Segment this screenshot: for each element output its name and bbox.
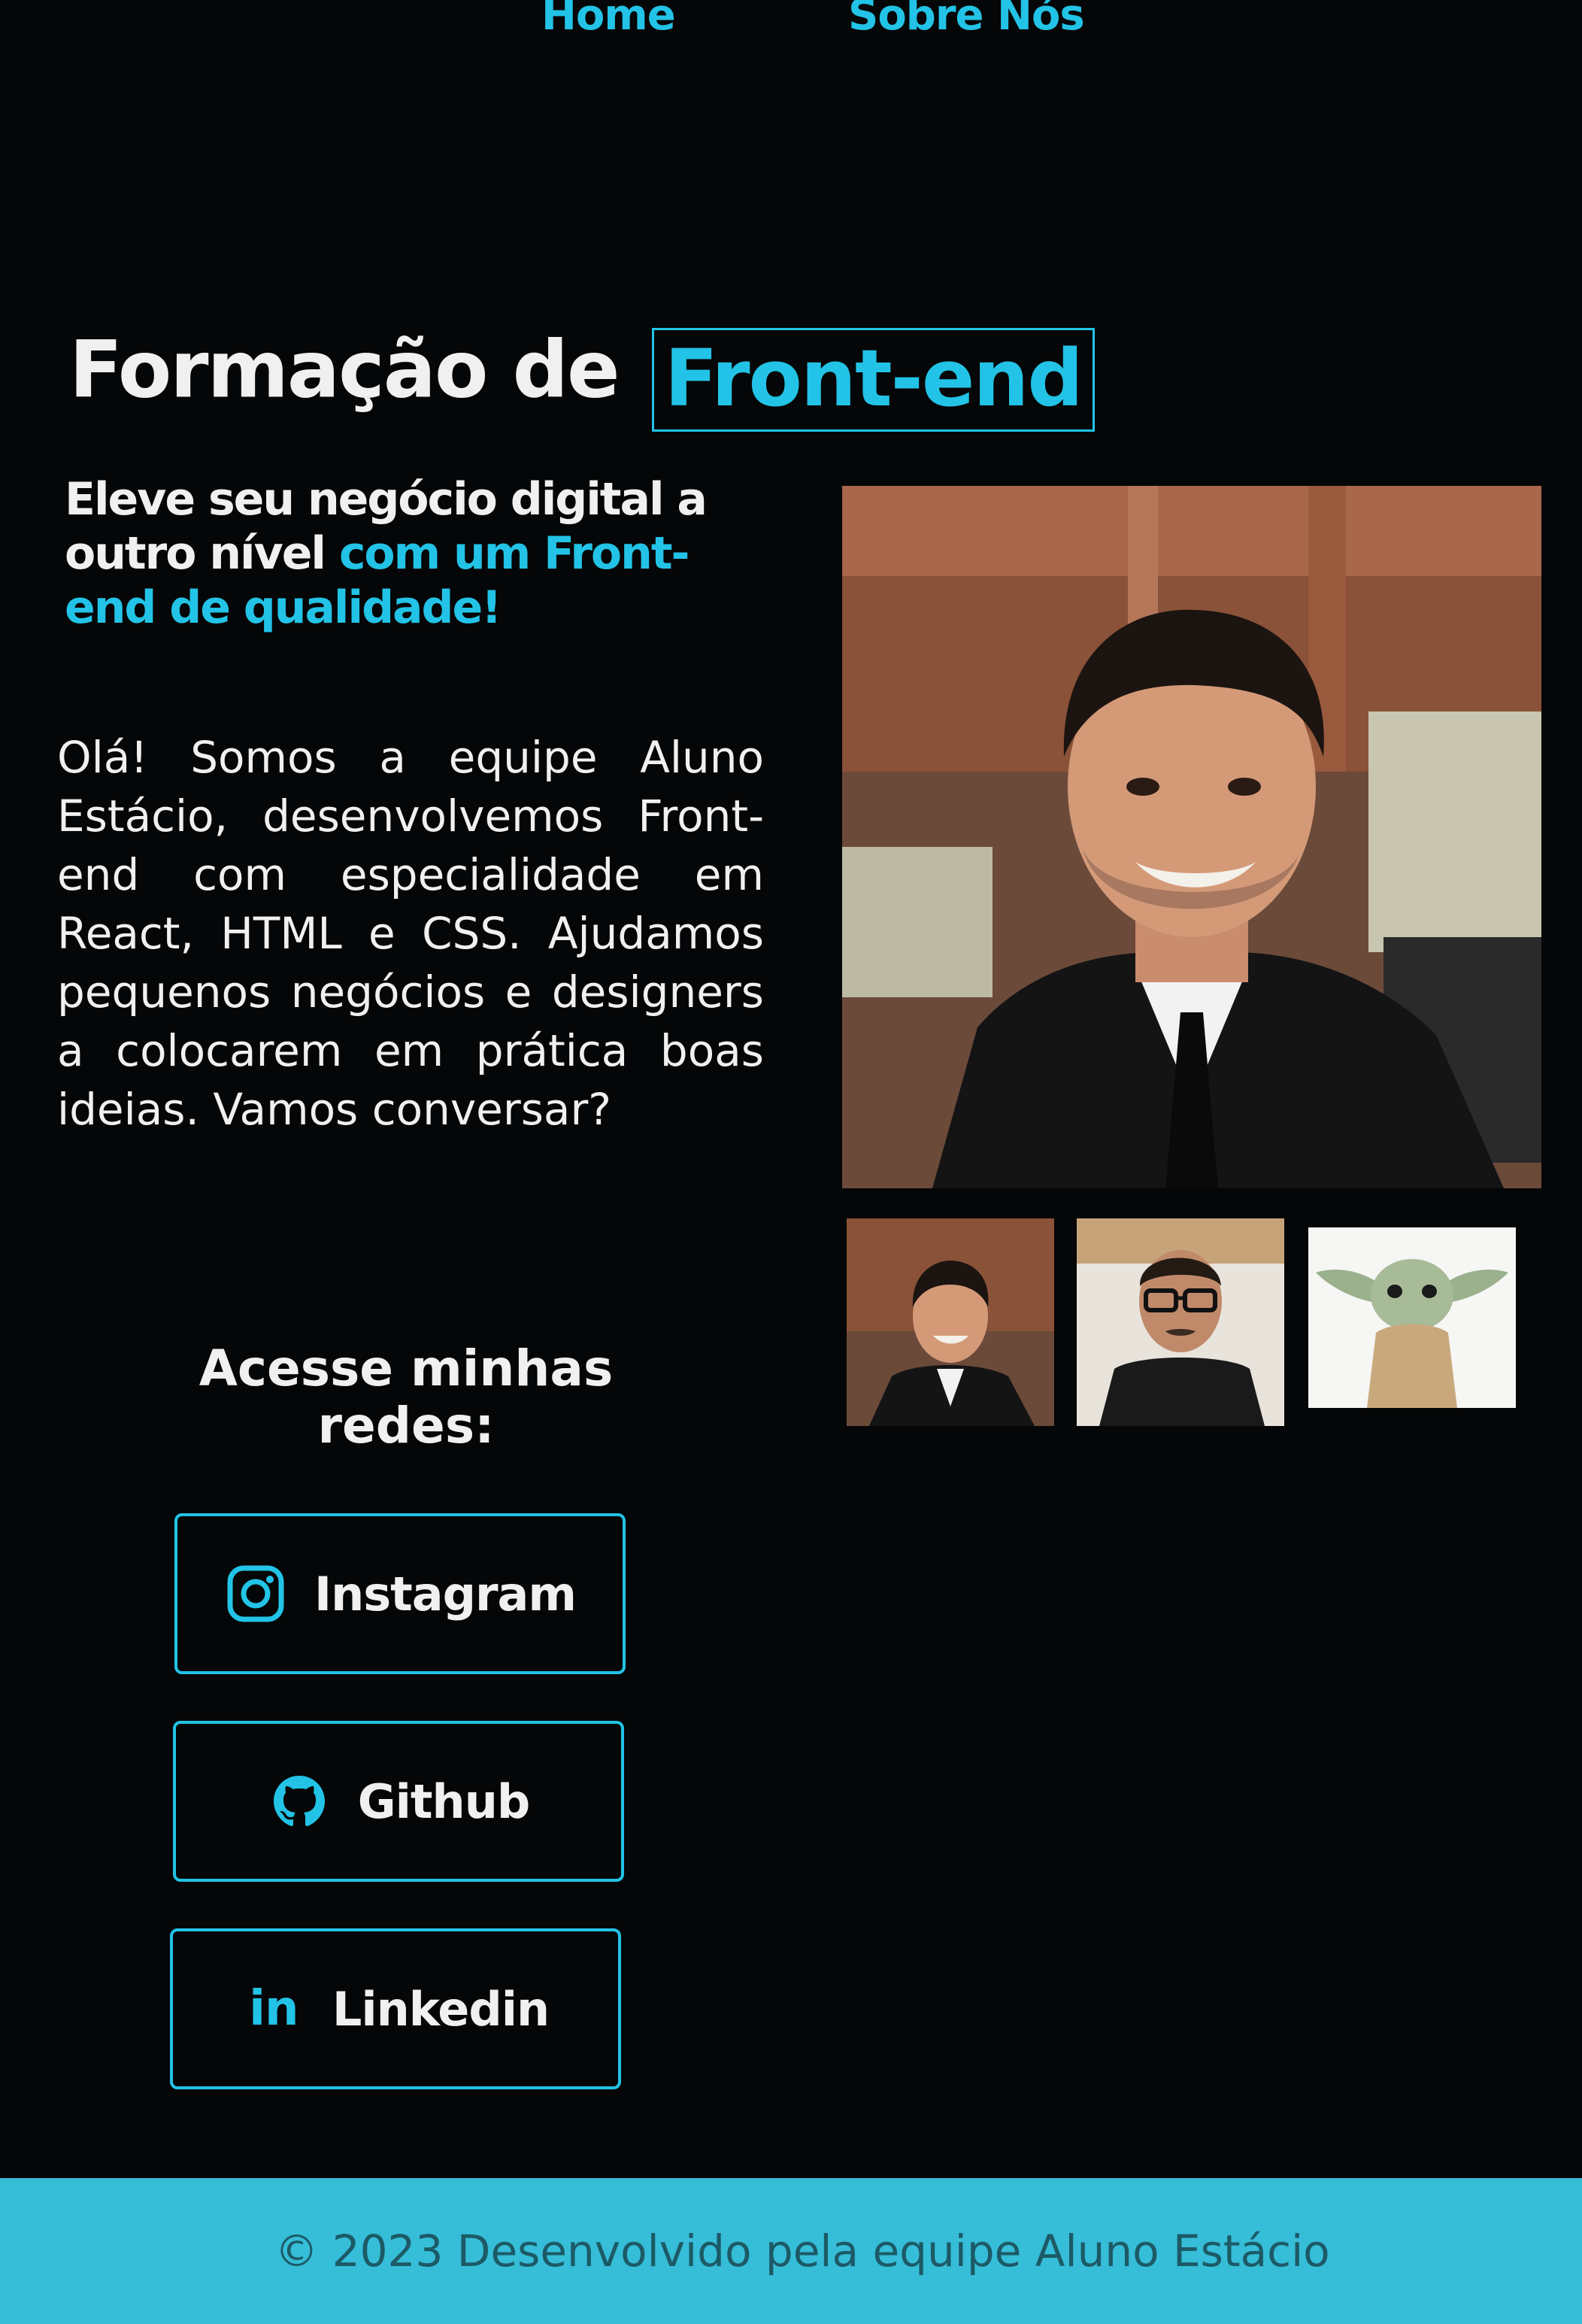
linkedin-icon: in (249, 1981, 299, 2037)
intro-paragraph: Olá! Somos a equipe Aluno Estácio, desen… (57, 732, 764, 1135)
portrait-thumb[interactable] (847, 1218, 1054, 1426)
nav-sobre-link[interactable]: Sobre Nós (848, 0, 1085, 40)
instagram-button[interactable]: Instagram (174, 1513, 626, 1674)
nav-home-link[interactable]: Home (541, 0, 676, 40)
github-icon (268, 1770, 331, 1833)
social-heading: Acesse minhas redes: (199, 1339, 614, 1455)
github-label: Github (357, 1773, 530, 1829)
instagram-icon (224, 1562, 287, 1625)
baby-yoda-thumb[interactable] (1308, 1227, 1516, 1408)
linkedin-button[interactable]: in Linkedin (170, 1928, 621, 2089)
top-nav: Home Sobre Nós (0, 0, 1582, 60)
portrait-photo (842, 486, 1541, 1188)
page-footer: © 2023 Desenvolvido pela equipe Aluno Es… (0, 2178, 1582, 2324)
page: Home Sobre Nós Formação de Front-end Ele… (0, 0, 1582, 2324)
footer-text: © 2023 Desenvolvido pela equipe Aluno Es… (274, 2225, 1330, 2277)
title-highlight: Front-end (651, 327, 1095, 432)
github-button[interactable]: Github (173, 1721, 624, 1882)
title-prefix: Formação de (69, 323, 620, 416)
instagram-label: Instagram (314, 1566, 577, 1622)
glasses-man-thumb[interactable] (1077, 1218, 1284, 1426)
hero-subtitle: Eleve seu negócio digital a outro nível … (65, 472, 741, 635)
page-title: Formação de Front-end (69, 323, 1095, 432)
linkedin-label: Linkedin (332, 1981, 550, 2037)
